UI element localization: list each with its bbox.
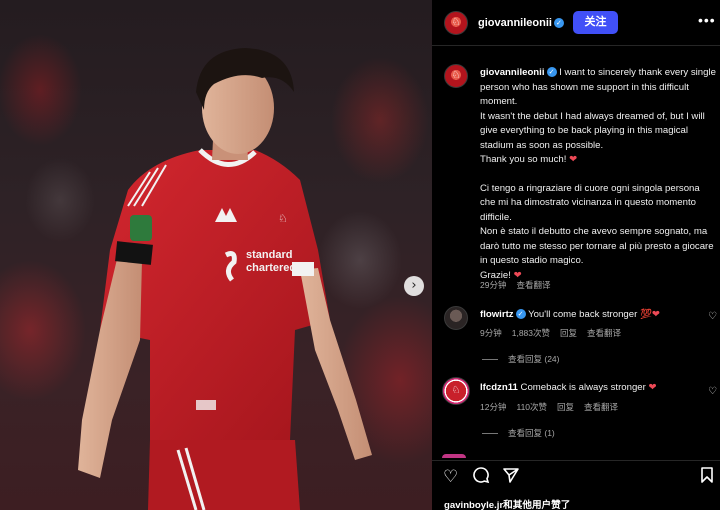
heart-outline-icon[interactable]: ♡ — [443, 467, 458, 487]
avatar[interactable]: ♘ — [444, 11, 468, 35]
post-detail-panel: ♘ giovannileonii ✓ 关注 ••• ♘ giovannileoni… — [432, 0, 720, 510]
action-bar: ♡ gavinboyle.jr和其他用户赞了 — [432, 460, 720, 510]
sponsor-line-1: standard — [246, 249, 292, 261]
caption-it-line-2: Non è stato il debutto che avevo sempre … — [480, 226, 714, 266]
caption-en-line-3: Thank you so much! — [480, 154, 567, 165]
view-replies-label[interactable]: 查看回复 (1) — [508, 428, 555, 438]
heart-emoji: ❤ — [569, 154, 578, 165]
view-replies-link[interactable]: 查看回复 (1) — [482, 427, 555, 439]
replies-divider — [482, 433, 498, 435]
comment-likes[interactable]: 1,883次赞 — [512, 328, 550, 338]
caption-time: 29分钟 — [480, 280, 507, 290]
comment-body: You'll come back stronger — [528, 309, 638, 320]
comment-reply-link[interactable]: 回复 — [560, 328, 577, 338]
follow-button[interactable]: 关注 — [573, 11, 618, 34]
post-photo[interactable]: ♘ standard chartered › — [0, 0, 432, 510]
send-icon[interactable] — [502, 466, 520, 489]
header-username[interactable]: giovannileonii — [478, 17, 552, 29]
comment-meta: 12分钟 110次赞 回复 查看翻译 — [480, 401, 628, 413]
caption: giovannileonii ✓ I want to sincerely than… — [480, 66, 716, 283]
replies-divider — [482, 359, 498, 361]
heart-emoji: ❤ — [648, 382, 657, 393]
more-horizontal-icon[interactable]: ••• — [698, 12, 716, 28]
caption-avatar[interactable]: ♘ — [444, 64, 468, 88]
caption-it-line-1: Ci tengo a ringraziare di cuore ogni sin… — [480, 182, 700, 223]
comment-avatar[interactable] — [444, 306, 468, 330]
view-replies-label[interactable]: 查看回复 (24) — [508, 354, 559, 364]
heart-emoji: ❤ — [651, 309, 660, 320]
verified-badge-icon: ✓ — [515, 309, 526, 320]
comment-2: lfcdzn11 Comeback is always stronger ❤ — [480, 382, 657, 393]
chevron-right-icon[interactable]: › — [404, 276, 424, 296]
player-illustration: ♘ standard chartered — [78, 48, 372, 510]
comment-like-heart-icon[interactable]: ♡ — [708, 311, 717, 322]
comment-username[interactable]: lfcdzn11 — [480, 382, 518, 393]
comment-body: Comeback is always stronger — [520, 382, 646, 393]
comment-translate-link[interactable]: 查看翻译 — [587, 328, 621, 338]
comment-icon[interactable] — [472, 466, 490, 489]
header-username-row: giovannileonii ✓ — [478, 17, 564, 29]
sponsor-line-2: chartered — [246, 262, 296, 274]
comment-avatar[interactable] — [442, 454, 466, 458]
comment-likes[interactable]: 110次赞 — [516, 402, 547, 412]
caption-translate-link[interactable]: 查看翻译 — [516, 280, 550, 290]
comment-reply-link[interactable]: 回复 — [557, 402, 574, 412]
svg-text:♘: ♘ — [278, 212, 288, 225]
comment-like-heart-icon[interactable]: ♡ — [708, 386, 717, 397]
comment-username[interactable]: flowirtz — [480, 309, 514, 320]
caption-username[interactable]: giovannileonii — [480, 67, 545, 78]
caption-en-line-2: It wasn't the debut I had always dreamed… — [480, 110, 705, 151]
post-header: ♘ giovannileonii ✓ 关注 ••• — [432, 0, 720, 46]
comment-time: 12分钟 — [480, 402, 507, 412]
comment-meta: 9分钟 1,883次赞 回复 查看翻译 — [480, 327, 631, 339]
comment-avatar[interactable]: ♘ — [442, 377, 470, 405]
verified-badge-icon: ✓ — [553, 18, 564, 29]
likes-summary[interactable]: gavinboyle.jr和其他用户赞了 — [444, 497, 570, 510]
comment-time: 9分钟 — [480, 328, 502, 338]
caption-meta: 29分钟 查看翻译 — [480, 279, 560, 291]
comment-1: flowirtz ✓ You'll come back stronger 💯❤ — [480, 309, 660, 320]
bookmark-icon[interactable] — [700, 466, 714, 489]
view-replies-link[interactable]: 查看回复 (24) — [482, 353, 559, 365]
verified-badge-icon: ✓ — [546, 67, 557, 78]
emoji-100: 💯 — [639, 309, 652, 320]
comment-translate-link[interactable]: 查看翻译 — [584, 402, 618, 412]
